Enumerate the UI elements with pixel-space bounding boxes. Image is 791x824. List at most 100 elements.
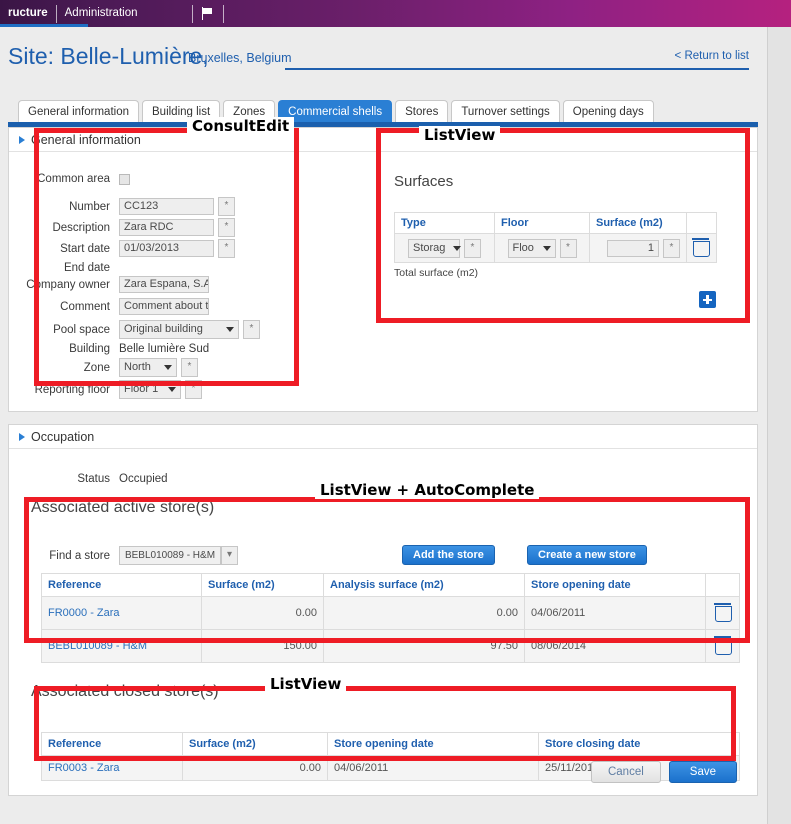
field-start-date: Start date 01/03/2013 *	[9, 239, 235, 258]
occupation-header[interactable]: Occupation	[9, 425, 757, 449]
surface-value-required-marker: *	[663, 238, 680, 258]
field-description: Description Zara RDC *	[9, 218, 235, 237]
flag-menu[interactable]	[191, 4, 224, 23]
trash-icon[interactable]	[692, 238, 710, 257]
panel-gap	[8, 412, 758, 424]
label-reporting-floor: Reporting floor	[34, 383, 110, 396]
chevron-down-icon	[453, 245, 462, 251]
active-col-actions	[705, 573, 740, 597]
find-a-store-autocomplete[interactable]: BEBL010089 - H&M	[119, 546, 221, 565]
company-owner-input[interactable]: Zara Espana, S.A.	[119, 276, 209, 293]
trash-icon[interactable]	[714, 603, 732, 622]
pool-space-select[interactable]: Original building	[119, 320, 239, 339]
surfaces-col-floor: Floor	[494, 212, 590, 234]
surfaces-header-row: Type Floor Surface (m2)	[394, 212, 717, 234]
label-pool-space: Pool space	[53, 323, 110, 336]
save-button[interactable]: Save	[668, 761, 737, 783]
chevron-down-icon	[168, 387, 176, 392]
building-value: Belle lumière Sud	[119, 343, 210, 355]
tab-building-list[interactable]: Building list	[142, 100, 221, 124]
return-to-list-link[interactable]: < Return to list	[675, 50, 749, 62]
number-input[interactable]: CC123	[119, 198, 214, 215]
general-information-panel: General information Common area Number C…	[8, 127, 758, 412]
chevron-down-icon	[542, 245, 551, 251]
surfaces-listview: Surfaces Type Floor Surface (m2) Storag …	[394, 173, 744, 308]
total-surface-label: Total surface (m2)	[394, 267, 479, 279]
reporting-floor-value: Floor 1	[124, 383, 159, 395]
surface-floor-value: Floo	[512, 241, 534, 254]
find-a-store-dropdown-toggle[interactable]: ▾	[221, 546, 238, 565]
surface-value-input[interactable]: 1	[607, 239, 659, 257]
active-cell-analysis-surface: 97.50	[323, 629, 525, 663]
zone-required-marker: *	[181, 358, 198, 377]
comment-input[interactable]: Comment about the cc	[119, 298, 209, 315]
label-common-area: Common area	[37, 173, 110, 185]
nav-separator-2	[191, 4, 193, 23]
general-information-title: General information	[31, 132, 141, 147]
zone-value: North	[124, 361, 151, 373]
active-cell-opening-date: 04/06/2011	[524, 596, 706, 630]
start-date-required-marker: *	[218, 239, 235, 258]
closed-cell-opening-date: 04/06/2011	[327, 755, 539, 781]
cancel-button[interactable]: Cancel	[590, 761, 661, 783]
surfaces-col-actions	[686, 212, 717, 234]
active-cell-analysis-surface: 0.00	[323, 596, 525, 630]
flag-icon[interactable]	[201, 7, 215, 20]
field-pool-space: Pool space Original building *	[9, 320, 260, 339]
add-surface-button[interactable]	[699, 291, 716, 308]
pool-space-required-marker: *	[243, 320, 260, 339]
table-row: Storag * Floo * 1 *	[394, 233, 717, 263]
reporting-floor-required-marker: *	[185, 380, 202, 399]
reporting-floor-select[interactable]: Floor 1	[119, 380, 181, 399]
tab-turnover-settings[interactable]: Turnover settings	[451, 100, 560, 124]
nav-item-structure[interactable]: ructure	[0, 0, 56, 27]
surfaces-cell-surface: 1 *	[589, 233, 687, 263]
closed-stores-header-row: Reference Surface (m2) Store opening dat…	[41, 732, 740, 756]
active-col-reference: Reference	[41, 573, 202, 597]
field-number: Number CC123 *	[9, 197, 235, 216]
surfaces-title: Surfaces	[394, 173, 454, 190]
occupation-panel: Occupation Status Occupied Associated ac…	[8, 424, 758, 796]
active-cell-actions	[705, 596, 740, 630]
surfaces-col-type: Type	[394, 212, 495, 234]
tab-opening-days[interactable]: Opening days	[562, 100, 654, 124]
form-actions: Cancel Save	[590, 761, 737, 783]
field-zone: Zone North *	[9, 358, 198, 377]
tab-commercial-shells[interactable]: Commercial shells	[278, 100, 393, 124]
general-information-header[interactable]: General information	[9, 128, 757, 152]
table-row: FR0000 - Zara 0.00 0.00 04/06/2011	[41, 596, 740, 630]
surface-type-value: Storag	[413, 241, 446, 254]
surface-type-select[interactable]: Storag	[408, 238, 462, 258]
page-title: Site: Belle-Lumière,	[8, 43, 209, 69]
label-company-owner: Company owner	[26, 278, 110, 291]
find-a-store-row: Find a store BEBL010089 - H&M ▾	[9, 546, 238, 565]
add-the-store-button[interactable]: Add the store	[402, 545, 495, 565]
create-a-new-store-button[interactable]: Create a new store	[527, 545, 647, 565]
field-company-owner: Company owner Zara Espana, S.A.	[9, 276, 209, 293]
active-cell-reference[interactable]: FR0000 - Zara	[41, 596, 202, 630]
occupation-title: Occupation	[31, 429, 95, 444]
tab-zones[interactable]: Zones	[223, 100, 276, 124]
label-number: Number	[69, 200, 110, 213]
field-building: Building Belle lumière Sud	[9, 343, 209, 355]
trash-icon[interactable]	[714, 636, 732, 655]
zone-select[interactable]: North	[119, 358, 177, 377]
tab-stores[interactable]: Stores	[395, 100, 449, 124]
field-status: Status Occupied	[9, 473, 167, 485]
common-area-checkbox[interactable]	[119, 173, 130, 185]
field-reporting-floor: Reporting floor Floor 1 *	[9, 380, 202, 399]
start-date-input[interactable]: 01/03/2013	[119, 240, 214, 257]
description-input[interactable]: Zara RDC	[119, 219, 214, 236]
active-cell-reference[interactable]: BEBL010089 - H&M	[41, 629, 202, 663]
active-stores-table: Reference Surface (m2) Analysis surface …	[41, 573, 740, 663]
associated-closed-stores-title: Associated closed store(s)	[31, 683, 219, 700]
title-rule	[285, 68, 749, 70]
nav-item-administration[interactable]: Administration	[57, 0, 146, 27]
tab-general-information[interactable]: General information	[18, 100, 139, 124]
description-required-marker: *	[218, 218, 235, 237]
screenshot-root: ructure Administration Site: Belle-Lumiè…	[0, 0, 791, 824]
closed-cell-reference[interactable]: FR0003 - Zara	[41, 755, 183, 781]
surface-floor-select[interactable]: Floo	[507, 238, 556, 258]
number-required-marker: *	[218, 197, 235, 216]
active-col-surface: Surface (m2)	[201, 573, 324, 597]
